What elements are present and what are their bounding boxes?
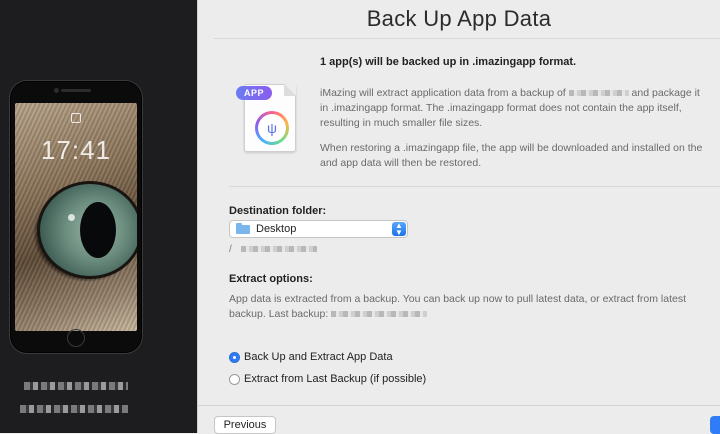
format-description-line-1: iMazing will extract application data fr… [320, 86, 718, 101]
option-backup-and-extract[interactable]: Back Up and Extract App Data [229, 350, 393, 364]
lock-screen-wallpaper: 17:41 [15, 103, 137, 331]
extract-description-line-1: App data is extracted from a backup. You… [229, 293, 687, 305]
format-description-line-3: resulting in much smaller file sizes. [320, 117, 483, 129]
radio-button[interactable] [229, 373, 240, 385]
folder-icon [236, 223, 250, 234]
backup-app-data-panel: Back Up App Data ψ APP 1 app(s) will be … [197, 0, 720, 434]
extract-options-label: Extract options: [229, 273, 313, 285]
home-button [67, 329, 85, 347]
cat-eye-image [37, 181, 137, 279]
lock-icon [71, 113, 81, 123]
destination-path: / [229, 244, 317, 255]
radio-button-selected[interactable] [229, 351, 240, 363]
previous-button[interactable]: Previous [214, 416, 276, 434]
footer-divider [198, 405, 720, 406]
option-label: Back Up and Extract App Data [244, 351, 393, 363]
title-divider [214, 38, 720, 39]
redacted-last-backup-date [331, 311, 428, 318]
device-info-redacted [20, 405, 128, 413]
destination-folder-label: Destination folder: [229, 205, 327, 217]
destination-folder-select[interactable]: Desktop ▲ ▼ [229, 220, 408, 238]
device-image: 17:41 [9, 80, 143, 354]
next-button[interactable] [710, 416, 720, 434]
backup-summary-heading: 1 app(s) will be backed up in .imazingap… [320, 56, 577, 68]
document-fold [284, 84, 296, 96]
usb-logo-icon: ψ [255, 111, 289, 145]
eye-glint [68, 214, 75, 221]
redacted-path [240, 246, 317, 253]
extract-description-line-2: backup. Last backup: [229, 307, 709, 322]
cat-pupil [80, 202, 116, 258]
text-segment: and package it [628, 87, 700, 99]
restore-description: When restoring a .imazingapp file, the a… [320, 141, 718, 171]
imazingapp-file-icon: ψ APP [236, 80, 298, 154]
text-segment: backup. Last backup: [229, 308, 329, 320]
path-prefix: / [229, 244, 232, 255]
restore-description-line-2: and app data will then be restored. [320, 157, 482, 169]
chevron-updown-icon[interactable]: ▲ ▼ [392, 222, 406, 237]
option-label: Extract from Last Backup (if possible) [244, 373, 427, 385]
lock-screen-time: 17:41 [40, 135, 112, 165]
restore-description-line-1: When restoring a .imazingapp file, the a… [320, 142, 703, 154]
extract-options-description: App data is extracted from a backup. You… [229, 292, 709, 322]
format-description: iMazing will extract application data fr… [320, 86, 718, 131]
destination-folder-value: Desktop [256, 223, 297, 235]
section-divider [229, 186, 720, 187]
phone-camera [54, 88, 59, 93]
usb-symbol-icon: ψ [258, 114, 286, 142]
phone-speaker [61, 89, 91, 92]
app-badge: APP [236, 86, 272, 100]
device-sidebar: 17:41 [0, 0, 197, 433]
redacted-device-name [568, 90, 629, 97]
format-description-line-2: in .imazingapp format. The .imazingapp f… [320, 102, 682, 114]
option-extract-from-last-backup[interactable]: Extract from Last Backup (if possible) [229, 372, 426, 386]
text-segment: iMazing will extract application data fr… [320, 87, 569, 99]
device-name-redacted [24, 382, 128, 390]
page-title: Back Up App Data [366, 6, 552, 31]
